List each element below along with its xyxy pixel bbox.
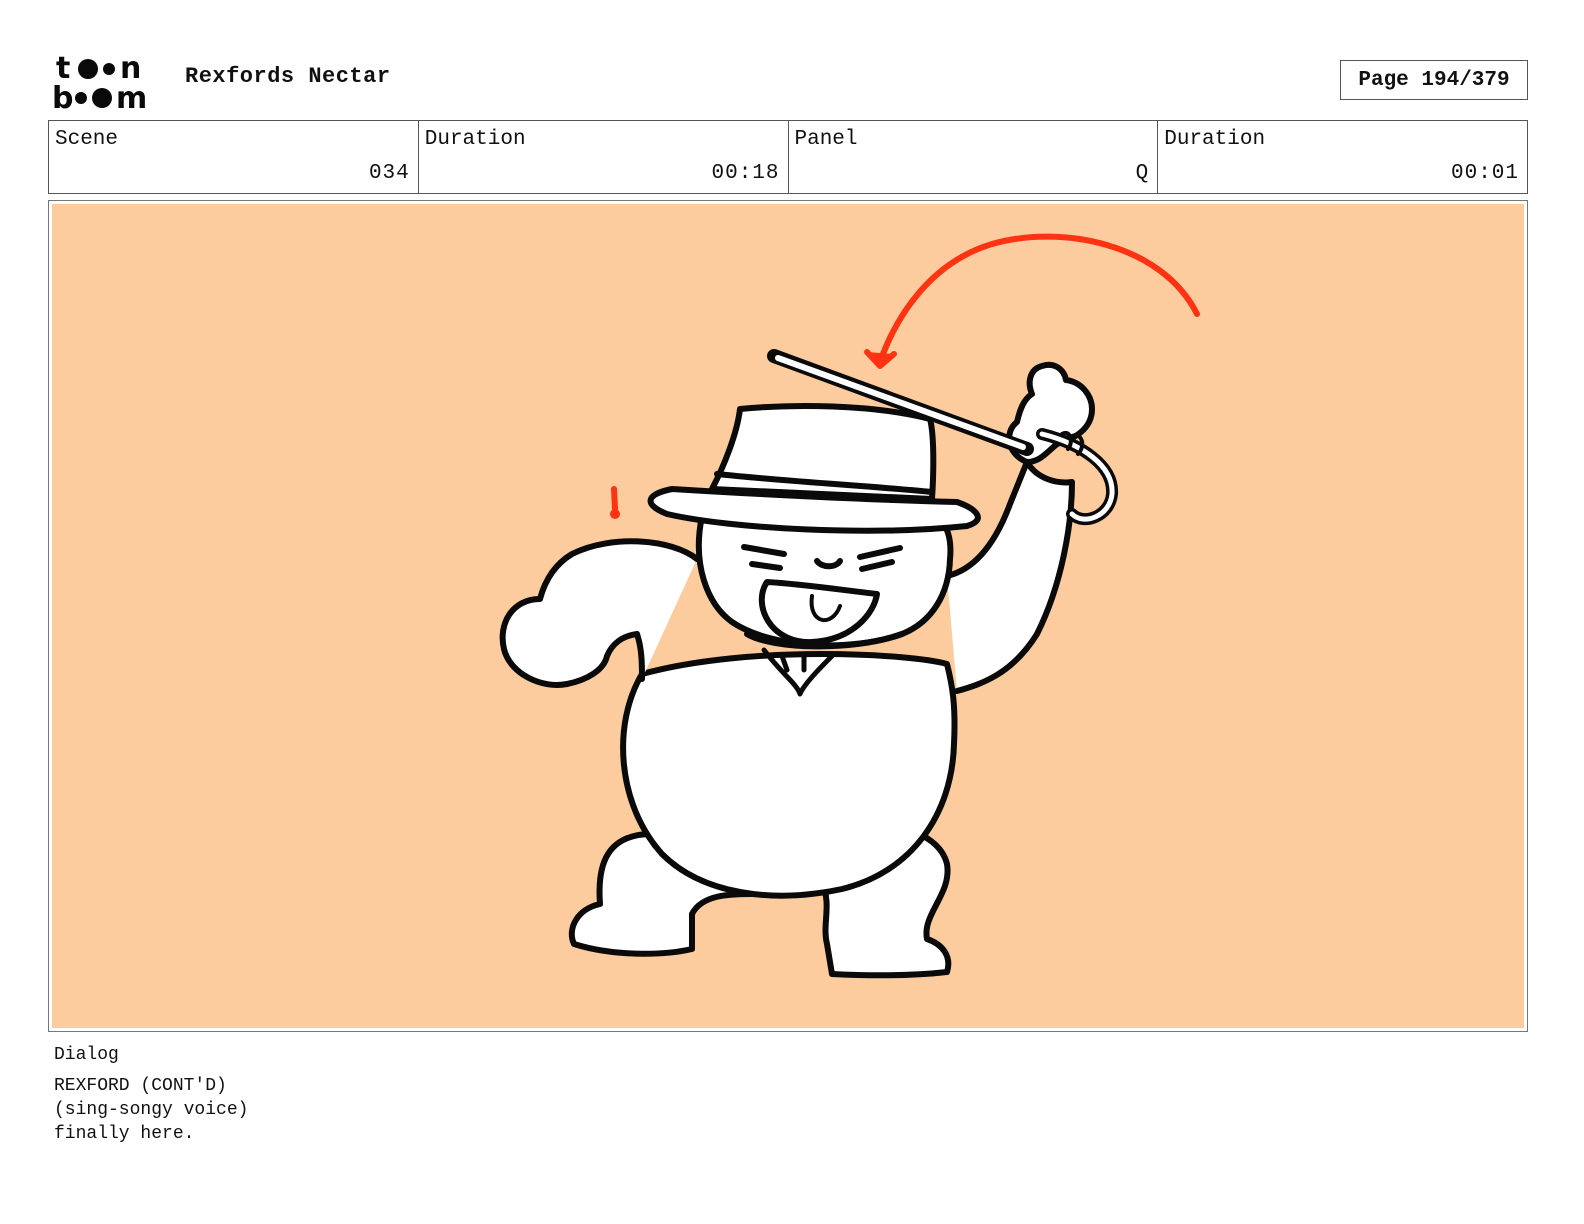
impact-mark [611,486,618,512]
body [620,651,958,899]
panel-duration-label: Duration [1164,128,1266,151]
scene-label: Scene [55,128,119,151]
scene-duration-label: Duration [424,128,526,151]
svg-text:m: m [116,81,147,112]
panel-duration-cell: Duration 00:01 [1158,121,1527,193]
panel-duration-value: 00:01 [1450,162,1519,185]
scene-duration-cell: Duration 00:18 [419,121,789,193]
dialog-label: Dialog [54,1045,119,1065]
impact-dot [610,509,620,519]
panel-cell: Panel Q [789,121,1159,193]
panel-drawing [52,204,1524,1028]
panel-value: Q [1135,162,1150,185]
scene-duration-value: 00:18 [711,162,780,185]
project-title: Rexfords Nectar [185,64,391,89]
scene-info-row: Scene 034 Duration 00:18 Panel Q Duratio… [48,120,1528,194]
page-number: Page 194/379 [1340,60,1528,100]
scene-value: 034 [368,162,410,185]
dialog-line: REXFORD (CONT'D) [54,1076,227,1096]
dialog-text: REXFORD (CONT'D) (sing-songy voice) fina… [54,1074,248,1146]
dialog-line: finally here. [54,1124,195,1144]
dialog-line: (sing-songy voice) [54,1100,249,1120]
svg-text:b: b [52,81,73,112]
toon-boom-logo: t n b m [52,51,147,112]
storyboard-panel [48,200,1528,1032]
scene-cell: Scene 034 [49,121,419,193]
panel-label: Panel [794,128,858,151]
